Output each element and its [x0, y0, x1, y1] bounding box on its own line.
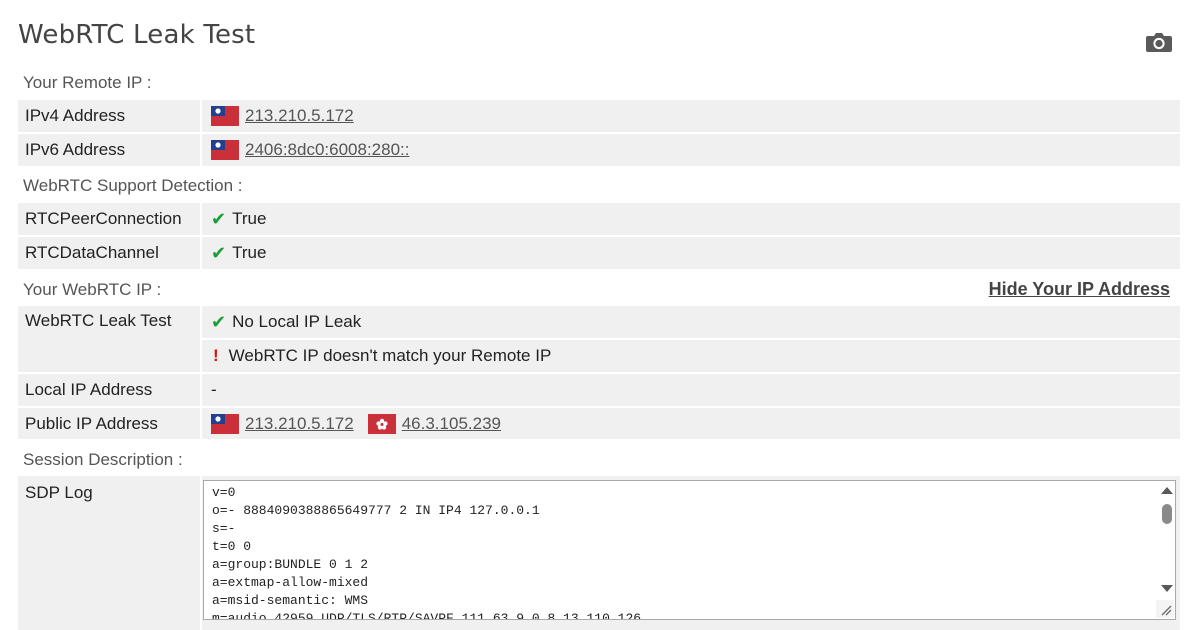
ipv6-link[interactable]: 2406:8dc0:6008:280:: [245, 140, 409, 160]
ipv6-label: IPv6 Address [25, 140, 126, 159]
rtc-peer-value: True [232, 209, 267, 228]
local-ip-value: - [211, 380, 217, 399]
rtc-channel-value: True [232, 243, 267, 262]
ipv4-row: IPv4 Address 213.210.5.172 [18, 100, 1180, 132]
public-ip-row: Public IP Address 213.210.5.172 46.3.105… [18, 408, 1180, 439]
taiwan-flag-icon [211, 106, 239, 126]
leak-test-row: WebRTC Leak Test ✔ No Local IP Leak ! We… [18, 306, 1180, 372]
rtc-peer-row: RTCPeerConnection ✔ True [18, 203, 1180, 235]
webrtc-ip-heading: Your WebRTC IP : [23, 280, 162, 299]
leak-result: No Local IP Leak [232, 312, 362, 331]
exclamation-icon: ! [213, 346, 219, 365]
remote-ip-heading: Your Remote IP : [23, 73, 152, 92]
checkmark-icon: ✔ [211, 311, 227, 332]
public-ip-link-1[interactable]: 213.210.5.172 [245, 414, 354, 434]
page-title: WebRTC Leak Test [18, 20, 256, 50]
sdp-log-text: v=0 o=- 8884090388865649777 2 IN IP4 127… [212, 485, 642, 620]
scroll-up-icon[interactable] [1161, 487, 1173, 494]
ipv6-row: IPv6 Address 2406:8dc0:6008:280:: [18, 134, 1180, 166]
support-heading: WebRTC Support Detection : [23, 176, 243, 195]
leak-test-label: WebRTC Leak Test [25, 311, 172, 330]
session-heading: Session Description : [23, 450, 183, 469]
mismatch-note: WebRTC IP doesn't match your Remote IP [228, 346, 552, 365]
rtc-channel-label: RTCDataChannel [25, 243, 159, 262]
public-ip-label: Public IP Address [25, 413, 158, 433]
hide-ip-link[interactable]: Hide Your IP Address [989, 279, 1170, 300]
local-ip-label: Local IP Address [25, 380, 153, 399]
rtc-peer-label: RTCPeerConnection [25, 209, 182, 228]
scroll-down-icon[interactable] [1161, 585, 1173, 592]
taiwan-flag-icon [211, 413, 239, 434]
rtc-channel-row: RTCDataChannel ✔ True [18, 237, 1180, 269]
taiwan-flag-icon [211, 140, 239, 160]
camera-icon[interactable] [1145, 30, 1173, 54]
webrtc-leak-test-page: WebRTC Leak Test Your Remote IP : IPv4 A… [0, 0, 1196, 630]
hong-kong-flag-icon [367, 413, 396, 434]
local-ip-row: Local IP Address - [18, 374, 1180, 406]
resize-handle-icon[interactable] [1156, 600, 1174, 618]
sdp-log-textarea[interactable]: v=0 o=- 8884090388865649777 2 IN IP4 127… [203, 480, 1176, 620]
checkmark-icon: ✔ [211, 242, 227, 263]
ipv4-link[interactable]: 213.210.5.172 [245, 106, 354, 126]
sdp-label: SDP Log [25, 483, 93, 502]
ipv4-label: IPv4 Address [25, 106, 126, 125]
scroll-thumb[interactable] [1162, 504, 1172, 524]
checkmark-icon: ✔ [211, 208, 227, 229]
public-ip-link-2[interactable]: 46.3.105.239 [402, 414, 501, 434]
